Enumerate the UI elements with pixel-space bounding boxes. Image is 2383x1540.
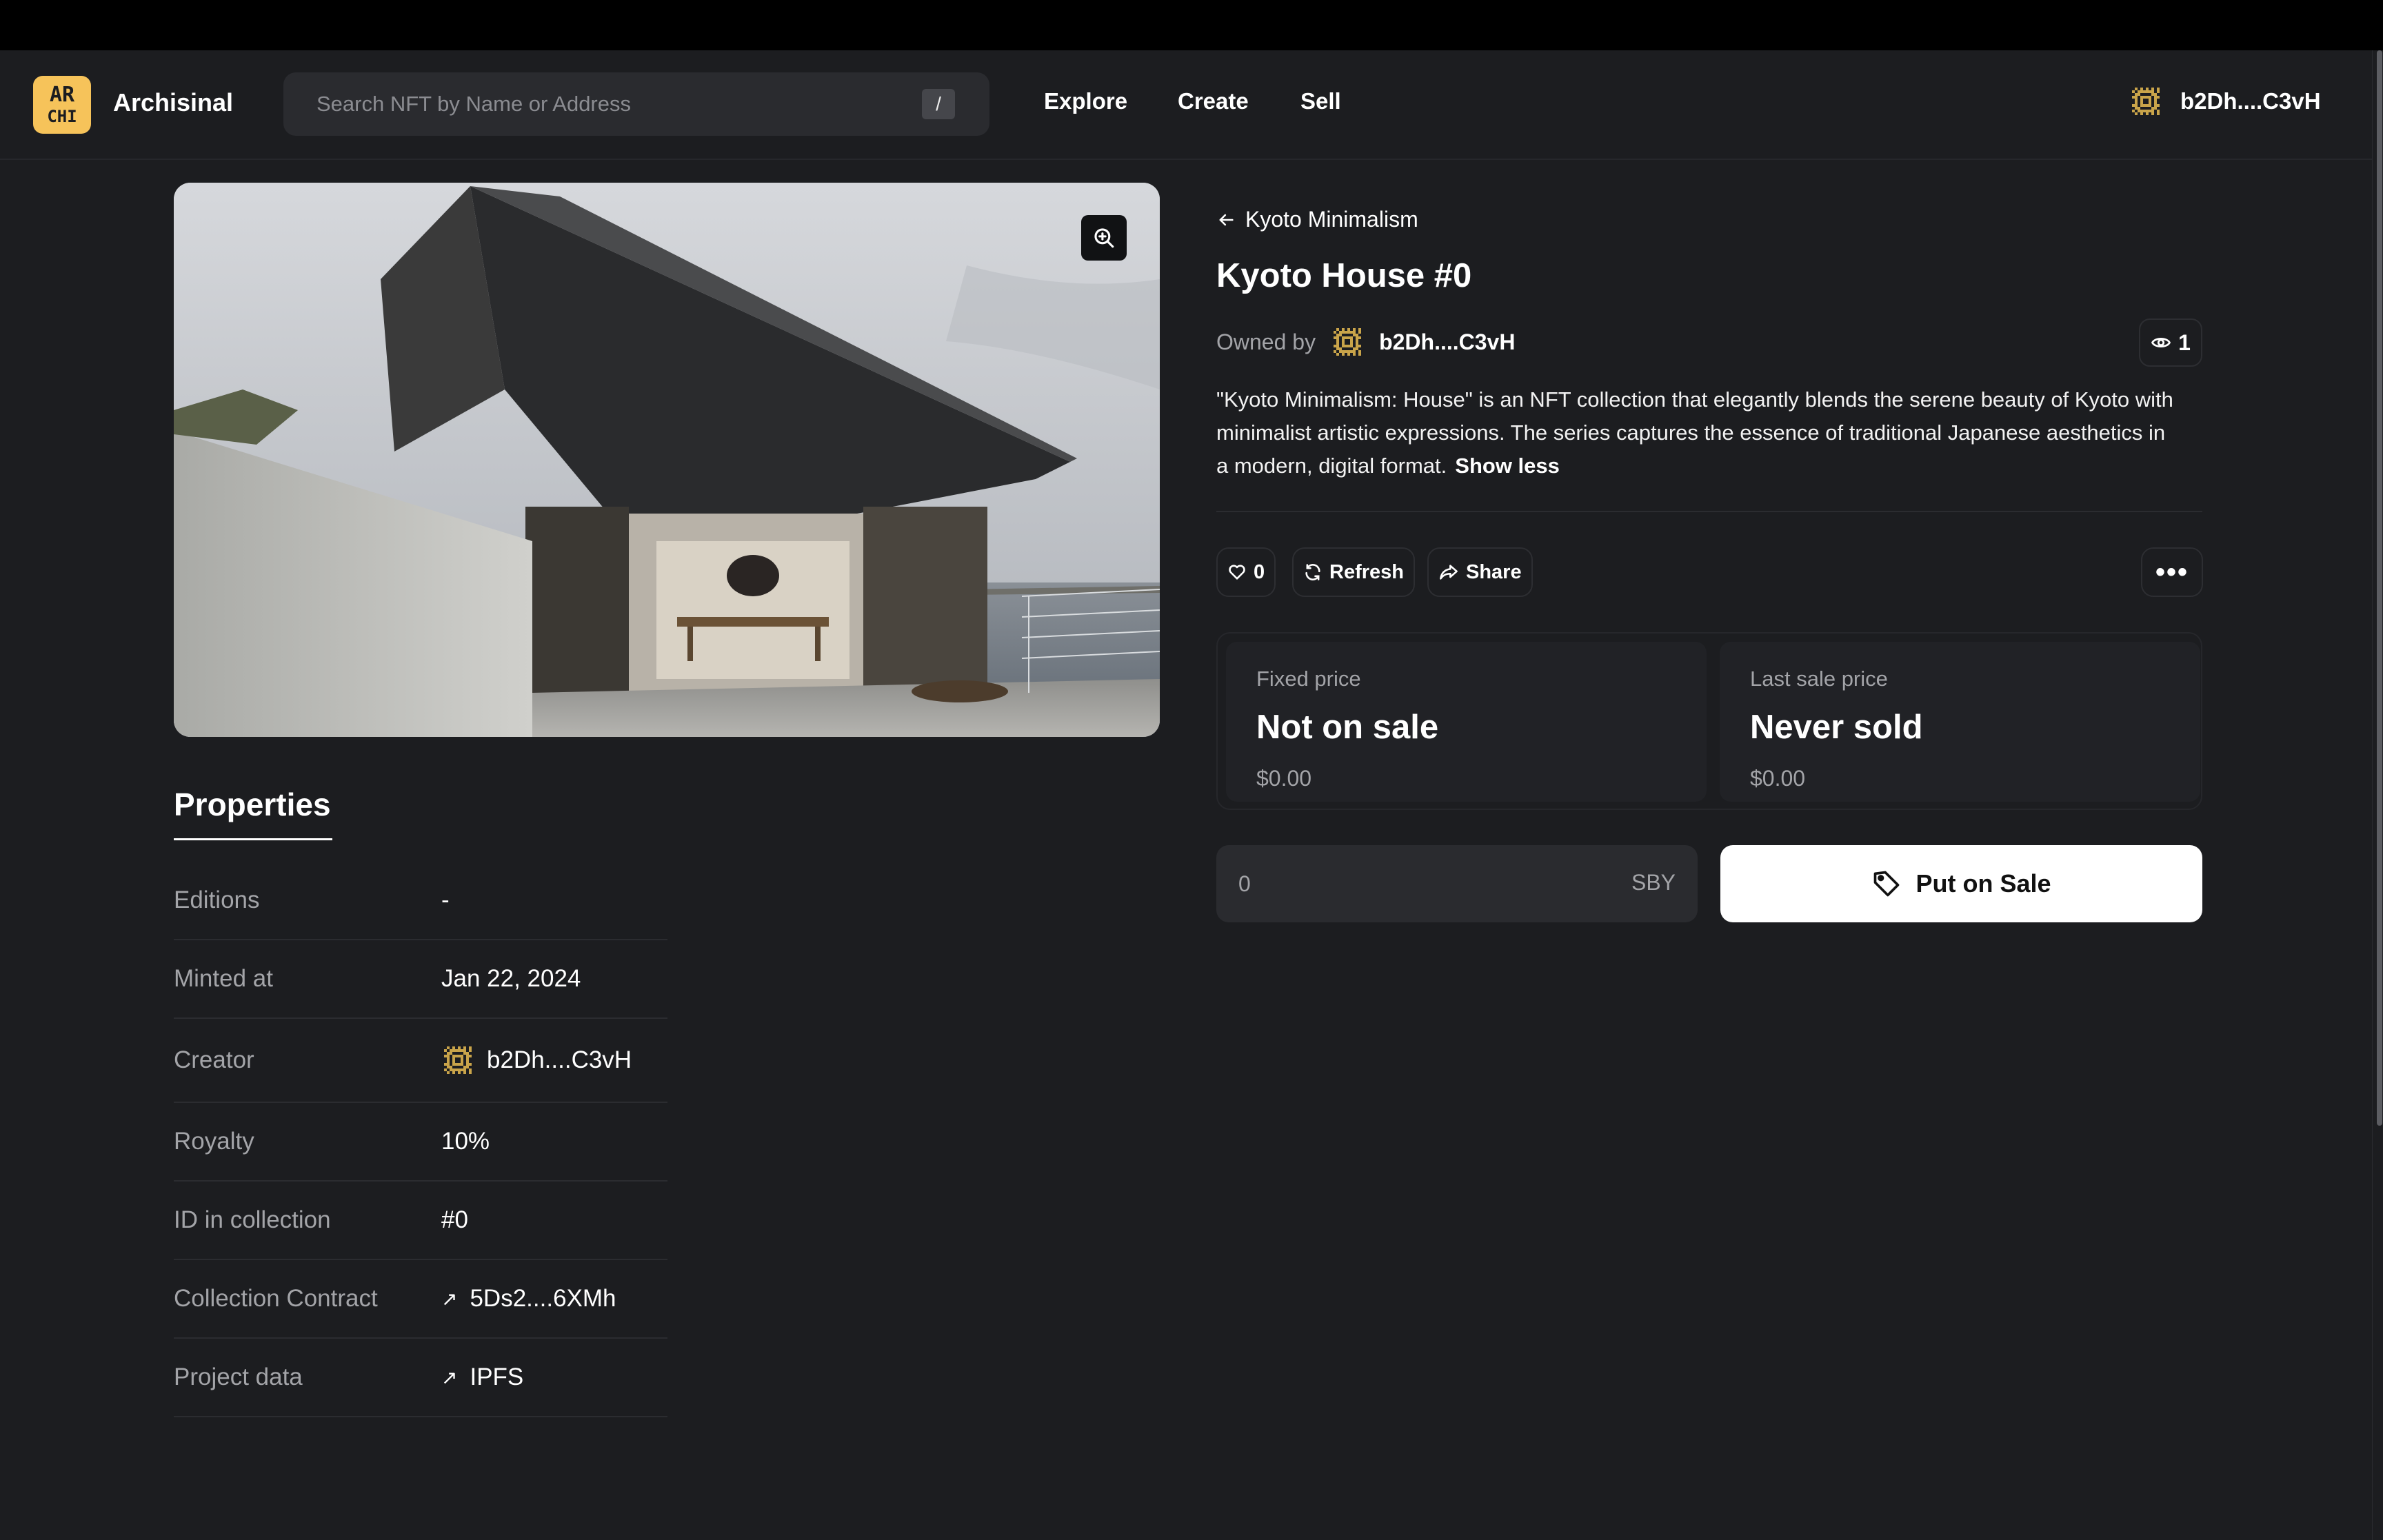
last-sale-label: Last sale price [1750,667,1888,691]
more-options-button[interactable]: ••• [2141,547,2203,597]
fixed-price-value: Not on sale [1256,709,1439,746]
property-row-editions: Editions - [174,862,667,940]
user-address: b2Dh....C3vH [2180,88,2321,114]
user-menu[interactable]: b2Dh....C3vH [2129,85,2321,118]
zoom-in-icon [1094,228,1114,248]
views-count: 1 [2178,330,2191,355]
share-icon [1440,565,1458,580]
svg-text:CHI: CHI [47,107,77,126]
description-divider [1216,511,2202,512]
properties-tab[interactable]: Properties [174,786,331,823]
nav-sell-link[interactable]: Sell [1300,88,1341,114]
property-value: 10% [441,1128,490,1155]
property-key: ID in collection [174,1206,331,1233]
owner-info: Owned by b2Dh....C3vH [1216,325,1515,358]
views-count-badge: 1 [2139,318,2202,367]
user-avatar-icon [2132,88,2160,115]
nft-title: Kyoto House #0 [1216,257,1472,294]
currency-label: SBY [1631,870,1676,895]
creator-address: b2Dh....C3vH [487,1046,632,1073]
nav-create-link[interactable]: Create [1178,88,1249,114]
svg-text:AR: AR [50,83,75,107]
arrow-left-icon [1219,214,1234,225]
property-value: #0 [441,1206,468,1233]
eye-icon [2151,338,2171,347]
property-key: Creator [174,1046,254,1073]
creator-link[interactable]: b2Dh....C3vH [441,1044,632,1077]
contract-address: 5Ds2....6XMh [470,1285,616,1312]
put-on-sale-label: Put on Sale [1916,869,2051,898]
collection-contract-link[interactable]: ↗ 5Ds2....6XMh [441,1285,616,1313]
heart-icon [1229,565,1245,580]
sale-price-field[interactable]: SBY [1216,845,1698,922]
brand-name[interactable]: Archisinal [113,88,233,117]
window-top-bar [0,0,2383,50]
owned-by-label: Owned by [1216,329,1316,354]
fixed-price-card: Fixed price Not on sale $0.00 [1226,642,1707,802]
back-to-collection-link[interactable]: Kyoto Minimalism [1216,207,1418,232]
page-scrollbar-thumb[interactable] [2377,50,2382,1126]
project-data-link[interactable]: ↗ IPFS [441,1364,523,1391]
property-value: - [441,886,450,913]
house-illustration [174,183,1160,737]
price-panel: Fixed price Not on sale $0.00 Last sale … [1216,632,2202,810]
search-shortcut-key: / [922,89,955,119]
like-count: 0 [1254,560,1265,583]
fixed-price-label: Fixed price [1256,667,1361,691]
refresh-button[interactable]: Refresh [1292,547,1415,597]
owner-avatar-icon [1334,328,1362,356]
search-input[interactable] [316,72,868,136]
more-dots-icon: ••• [2155,556,2189,587]
like-button[interactable]: 0 [1216,547,1276,597]
property-row-id: ID in collection #0 [174,1182,667,1260]
property-row-collection-contract: Collection Contract ↗ 5Ds2....6XMh [174,1260,667,1339]
last-sale-value: Never sold [1750,709,1923,746]
share-button[interactable]: Share [1427,547,1533,597]
external-link-icon: ↗ [441,1288,458,1310]
creator-avatar-icon [444,1046,472,1074]
collection-name: Kyoto Minimalism [1245,207,1418,232]
property-key: Minted at [174,965,273,992]
show-less-link[interactable]: Show less [1455,454,1560,478]
top-navbar: AR CHI Archisinal / Explore Create Sell … [0,50,2372,160]
last-sale-usd: $0.00 [1750,766,1806,791]
fixed-price-usd: $0.00 [1256,766,1312,791]
property-key: Project data [174,1364,303,1390]
property-row-royalty: Royalty 10% [174,1103,667,1182]
nft-image[interactable] [174,183,1160,737]
properties-table: Editions - Minted at Jan 22, 2024 Creato… [174,862,667,1417]
property-key: Royalty [174,1128,254,1155]
refresh-label: Refresh [1329,560,1404,583]
search-bar[interactable]: / [283,72,989,136]
project-data-value: IPFS [470,1364,524,1390]
property-row-minted-at: Minted at Jan 22, 2024 [174,940,667,1019]
last-sale-card: Last sale price Never sold $0.00 [1720,642,2200,802]
property-value: Jan 22, 2024 [441,965,581,992]
nav-explore-link[interactable]: Explore [1044,88,1127,114]
property-key: Editions [174,886,260,913]
owner-address-link[interactable]: b2Dh....C3vH [1379,330,1515,355]
share-label: Share [1466,560,1522,583]
property-row-project-data: Project data ↗ IPFS [174,1339,667,1417]
refresh-icon [1305,564,1320,580]
price-tag-icon [1874,871,1900,897]
nft-description: "Kyoto Minimalism: House" is an NFT coll… [1216,383,2182,483]
sale-price-input[interactable] [1238,845,1583,922]
description-text: "Kyoto Minimalism: House" is an NFT coll… [1216,387,2173,478]
property-row-creator: Creator b2Dh....C3vH [174,1019,667,1103]
properties-tab-underline [174,838,332,840]
property-key: Collection Contract [174,1285,378,1312]
put-on-sale-button[interactable]: Put on Sale [1720,845,2202,922]
archisinal-logo[interactable]: AR CHI [33,76,91,134]
external-link-icon: ↗ [441,1366,458,1388]
zoom-button[interactable] [1081,215,1127,261]
